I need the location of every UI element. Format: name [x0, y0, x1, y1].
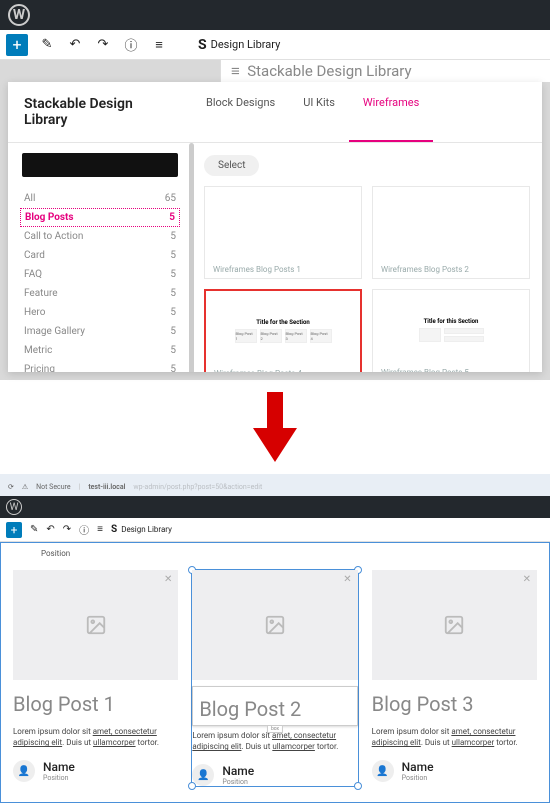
editor-toolbar: + ✎ ↶ ↷ ⓘ ≡ S Design Library	[0, 30, 550, 60]
stackable-icon: S	[111, 524, 117, 535]
avatar-icon: 👤	[372, 760, 394, 782]
breadcrumb-text: Stackable Design Library	[247, 62, 411, 80]
image-placeholder[interactable]: ✕	[372, 570, 537, 680]
image-icon	[85, 614, 107, 636]
cat-image-gallery[interactable]: Image Gallery5	[22, 322, 178, 341]
title-handle[interactable]: box	[267, 725, 283, 733]
thumb-caption: Wireframes Blog Posts 2	[381, 259, 521, 274]
design-library-button[interactable]: S Design Library	[111, 524, 172, 535]
column-3[interactable]: ✕ Blog Post 3 Lorem ipsum dolor sit amet…	[372, 570, 537, 786]
lock-icon: ⚠	[22, 483, 28, 491]
thumb-4-selected[interactable]: Title for the Section Blog Post 1 Blog P…	[204, 289, 362, 372]
editor-canvas[interactable]: Position ✕ Blog Post 1 Lorem ipsum dolor…	[0, 542, 550, 803]
cat-blog-posts[interactable]: Blog Posts5	[20, 208, 180, 227]
author: 👤 NamePosition	[192, 762, 357, 786]
image-icon	[443, 614, 465, 636]
scrollbar[interactable]	[189, 143, 194, 372]
close-icon[interactable]: ✕	[343, 574, 351, 585]
close-icon[interactable]: ✕	[164, 574, 172, 585]
cat-card[interactable]: Card5	[22, 246, 178, 265]
post-excerpt[interactable]: Lorem ipsum dolor sit amet, consectetur …	[372, 722, 537, 758]
list-icon: ≡	[231, 62, 240, 80]
post-title-editing[interactable]: Blog Post 2 box	[192, 686, 357, 726]
tab-ui-kits[interactable]: UI Kits	[289, 82, 349, 142]
edit-icon[interactable]: ✎	[30, 524, 38, 535]
wordpress-logo-icon[interactable]: W	[8, 4, 30, 26]
image-icon	[264, 614, 286, 636]
avatar-icon: 👤	[13, 760, 35, 782]
cat-metric[interactable]: Metric5	[22, 341, 178, 360]
image-placeholder[interactable]: ✕	[192, 570, 357, 680]
column-2-selected[interactable]: ✕ Blog Post 2 box Lorem ipsum dolor sit …	[192, 570, 357, 786]
close-icon[interactable]: ✕	[523, 574, 531, 585]
post-title[interactable]: Blog Post 1	[13, 680, 178, 722]
resize-handle[interactable]	[354, 782, 362, 790]
top-screenshot: W + ✎ ↶ ↷ ⓘ ≡ S Design Library ≡ Stackab…	[0, 0, 550, 380]
arrow-icon	[0, 380, 550, 474]
thumb-2[interactable]: Wireframes Blog Posts 2	[372, 186, 530, 279]
outline-icon[interactable]: ≡	[150, 36, 168, 54]
search-input[interactable]	[22, 153, 178, 177]
editor-toolbar: + ✎ ↶ ↷ ⓘ ≡ S Design Library	[0, 518, 550, 542]
post-excerpt[interactable]: Lorem ipsum dolor sit amet, consectetur …	[13, 722, 178, 758]
redo-icon[interactable]: ↷	[94, 36, 112, 54]
author: 👤 NamePosition	[372, 758, 537, 782]
tab-wireframes[interactable]: Wireframes	[349, 82, 433, 142]
bottom-screenshot: ⟳ ⚠ Not Secure | test-iii.local wp-admin…	[0, 474, 550, 803]
thumb-5[interactable]: Title for this Section Wireframes Blog P…	[372, 289, 530, 372]
stackable-icon: S	[198, 37, 207, 53]
outline-icon[interactable]: ≡	[97, 524, 103, 535]
column-1[interactable]: ✕ Blog Post 1 Lorem ipsum dolor sit amet…	[13, 570, 178, 786]
thumb-1[interactable]: Wireframes Blog Posts 1	[204, 186, 362, 279]
thumb-caption: Wireframes Blog Posts 4	[214, 363, 352, 372]
cat-cta[interactable]: Call to Action5	[22, 227, 178, 246]
info-icon[interactable]: ⓘ	[122, 36, 140, 54]
browser-url-bar: ⟳ ⚠ Not Secure | test-iii.local wp-admin…	[0, 478, 550, 496]
cat-faq[interactable]: FAQ5	[22, 265, 178, 284]
cat-pricing[interactable]: Pricing5	[22, 360, 178, 372]
wordpress-logo-icon[interactable]: W	[6, 499, 22, 515]
design-library-button[interactable]: S Design Library	[198, 37, 280, 53]
undo-icon[interactable]: ↶	[46, 524, 54, 535]
thumb-caption: Wireframes Blog Posts 1	[213, 259, 353, 274]
thumb-caption: Wireframes Blog Posts 5	[381, 362, 521, 372]
edit-icon[interactable]: ✎	[38, 36, 56, 54]
modal-title: Stackable Design Library	[8, 82, 192, 142]
post-title[interactable]: Blog Post 3	[372, 680, 537, 722]
author: 👤 NamePosition	[13, 758, 178, 782]
breadcrumb: ≡ Stackable Design Library	[220, 60, 550, 82]
design-library-label: Design Library	[211, 38, 281, 51]
cat-all[interactable]: All65	[22, 189, 178, 208]
avatar-icon: 👤	[192, 764, 214, 786]
redo-icon[interactable]: ↷	[63, 524, 71, 535]
select-button[interactable]: Select	[204, 155, 259, 176]
undo-icon[interactable]: ↶	[66, 36, 84, 54]
resize-handle[interactable]	[188, 782, 196, 790]
wp-admin-bar: W	[0, 496, 550, 518]
reload-icon[interactable]: ⟳	[8, 483, 14, 491]
wp-admin-bar: W	[0, 0, 550, 30]
design-library-modal: Stackable Design Library Block Designs U…	[8, 82, 542, 372]
cat-feature[interactable]: Feature5	[22, 284, 178, 303]
cat-hero[interactable]: Hero5	[22, 303, 178, 322]
image-placeholder[interactable]: ✕	[13, 570, 178, 680]
tab-block-designs[interactable]: Block Designs	[192, 82, 289, 142]
modal-sidebar: All65 Blog Posts5 Call to Action5 Card5 …	[8, 143, 192, 372]
add-block-button[interactable]: +	[6, 522, 22, 538]
add-block-button[interactable]: +	[6, 34, 28, 56]
info-icon[interactable]: ⓘ	[79, 522, 89, 537]
block-crumb: Position	[1, 543, 549, 564]
